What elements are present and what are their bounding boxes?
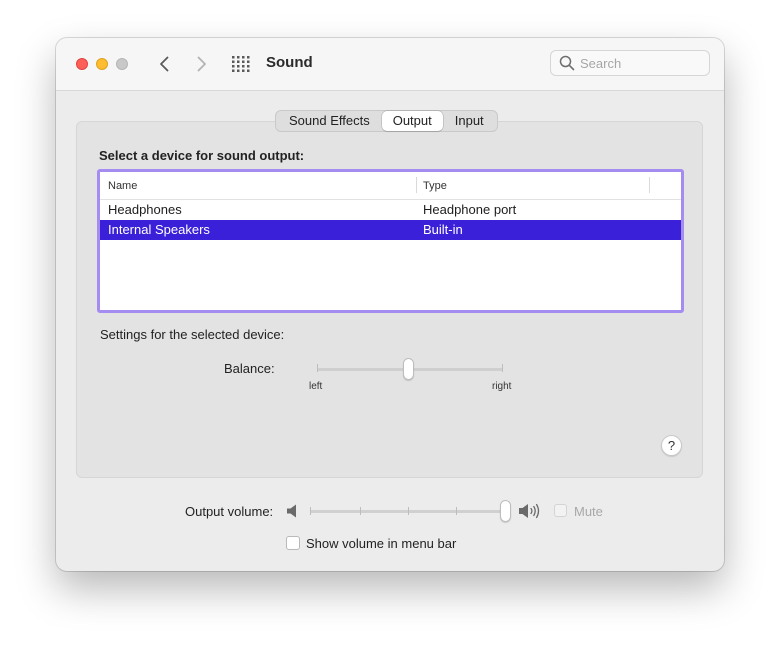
zoom-window-button[interactable]	[116, 58, 128, 70]
show-volume-in-menu-bar-checkbox[interactable]	[286, 536, 300, 550]
help-button[interactable]: ?	[661, 435, 682, 456]
volume-tick	[456, 507, 457, 515]
tab-output[interactable]: Output	[381, 111, 443, 131]
volume-tick	[310, 507, 311, 515]
search-input[interactable]	[580, 54, 700, 72]
back-chevron-icon[interactable]	[155, 54, 175, 74]
mute-checkbox[interactable]	[554, 504, 567, 517]
table-row-headphones[interactable]: Headphones Headphone port	[100, 200, 681, 220]
volume-tick	[408, 507, 409, 515]
close-window-button[interactable]	[76, 58, 88, 70]
forward-chevron-icon[interactable]	[191, 54, 211, 74]
balance-right-label: right	[492, 381, 512, 392]
balance-label: Balance:	[224, 361, 275, 376]
device-list-heading: Select a device for sound output:	[99, 148, 305, 163]
tab-bar: Sound Effects Output Input	[275, 110, 498, 132]
column-divider[interactable]	[416, 177, 417, 193]
speaker-low-icon	[287, 504, 296, 518]
device-name: Internal Speakers	[108, 222, 210, 237]
device-type: Built-in	[423, 222, 463, 237]
show-all-grid-icon[interactable]	[232, 56, 250, 72]
window-title: Sound	[266, 54, 313, 71]
mute-label: Mute	[574, 504, 603, 519]
volume-slider-knob[interactable]	[500, 500, 511, 522]
tab-sound-effects[interactable]: Sound Effects	[277, 111, 382, 131]
device-type: Headphone port	[423, 202, 517, 217]
show-volume-in-menu-bar-label[interactable]: Show volume in menu bar	[306, 536, 456, 551]
column-header-name[interactable]: Name	[108, 180, 137, 192]
balance-left-label: left	[309, 381, 323, 392]
search-icon	[559, 55, 575, 71]
column-header-type[interactable]: Type	[423, 180, 447, 192]
balance-tick	[317, 364, 318, 372]
table-row-internal-speakers[interactable]: Internal Speakers Built-in	[100, 220, 681, 240]
tab-input[interactable]: Input	[443, 111, 496, 131]
minimize-window-button[interactable]	[96, 58, 108, 70]
search-field[interactable]	[550, 50, 710, 76]
output-volume-label: Output volume:	[185, 504, 274, 519]
table-header: Name Type	[100, 172, 681, 200]
device-name: Headphones	[108, 202, 182, 217]
speaker-high-icon	[519, 503, 540, 519]
sound-preferences-window: Sound Sound Effects Output Input Select …	[56, 38, 724, 571]
column-divider[interactable]	[649, 177, 650, 193]
balance-slider-knob[interactable]	[403, 358, 414, 380]
output-device-table[interactable]: Name Type Headphones Headphone port Inte…	[97, 169, 684, 313]
volume-tick	[360, 507, 361, 515]
balance-tick	[502, 364, 503, 372]
settings-heading: Settings for the selected device:	[100, 327, 285, 342]
title-bar: Sound	[56, 38, 724, 91]
